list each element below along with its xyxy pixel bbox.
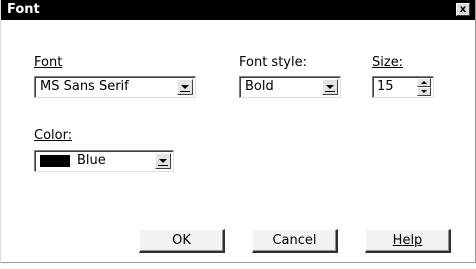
size-label: Size: <box>372 55 404 70</box>
color-swatch <box>40 155 70 167</box>
close-icon: x <box>459 4 467 15</box>
size-spinner[interactable]: 15 <box>372 76 434 98</box>
chevron-down-icon[interactable] <box>177 79 193 95</box>
cancel-button[interactable]: Cancel <box>252 229 338 253</box>
font-select[interactable]: MS Sans Serif <box>34 76 196 98</box>
font-style-value: Bold <box>245 79 274 94</box>
font-style-label: Font style: <box>239 55 307 70</box>
close-button[interactable]: x <box>456 3 470 16</box>
size-spin-buttons <box>417 78 431 96</box>
size-value: 15 <box>377 79 394 94</box>
chevron-down-icon[interactable] <box>155 153 171 169</box>
spin-down-icon[interactable] <box>417 87 431 96</box>
chevron-down-icon[interactable] <box>322 79 338 95</box>
font-style-select[interactable]: Bold <box>239 76 341 98</box>
font-dialog: Font x Font MS Sans Serif Font style: Bo… <box>0 0 476 263</box>
help-button[interactable]: Help <box>365 229 451 253</box>
dialog-title: Font <box>7 2 40 17</box>
ok-button[interactable]: OK <box>139 229 225 253</box>
font-label: Font <box>34 55 63 70</box>
color-select[interactable]: Blue <box>34 150 174 172</box>
title-bar[interactable]: Font x <box>1 0 475 20</box>
font-value: MS Sans Serif <box>40 79 129 94</box>
color-value: Blue <box>77 153 106 168</box>
spin-up-icon[interactable] <box>417 78 431 87</box>
color-label: Color: <box>34 128 73 143</box>
